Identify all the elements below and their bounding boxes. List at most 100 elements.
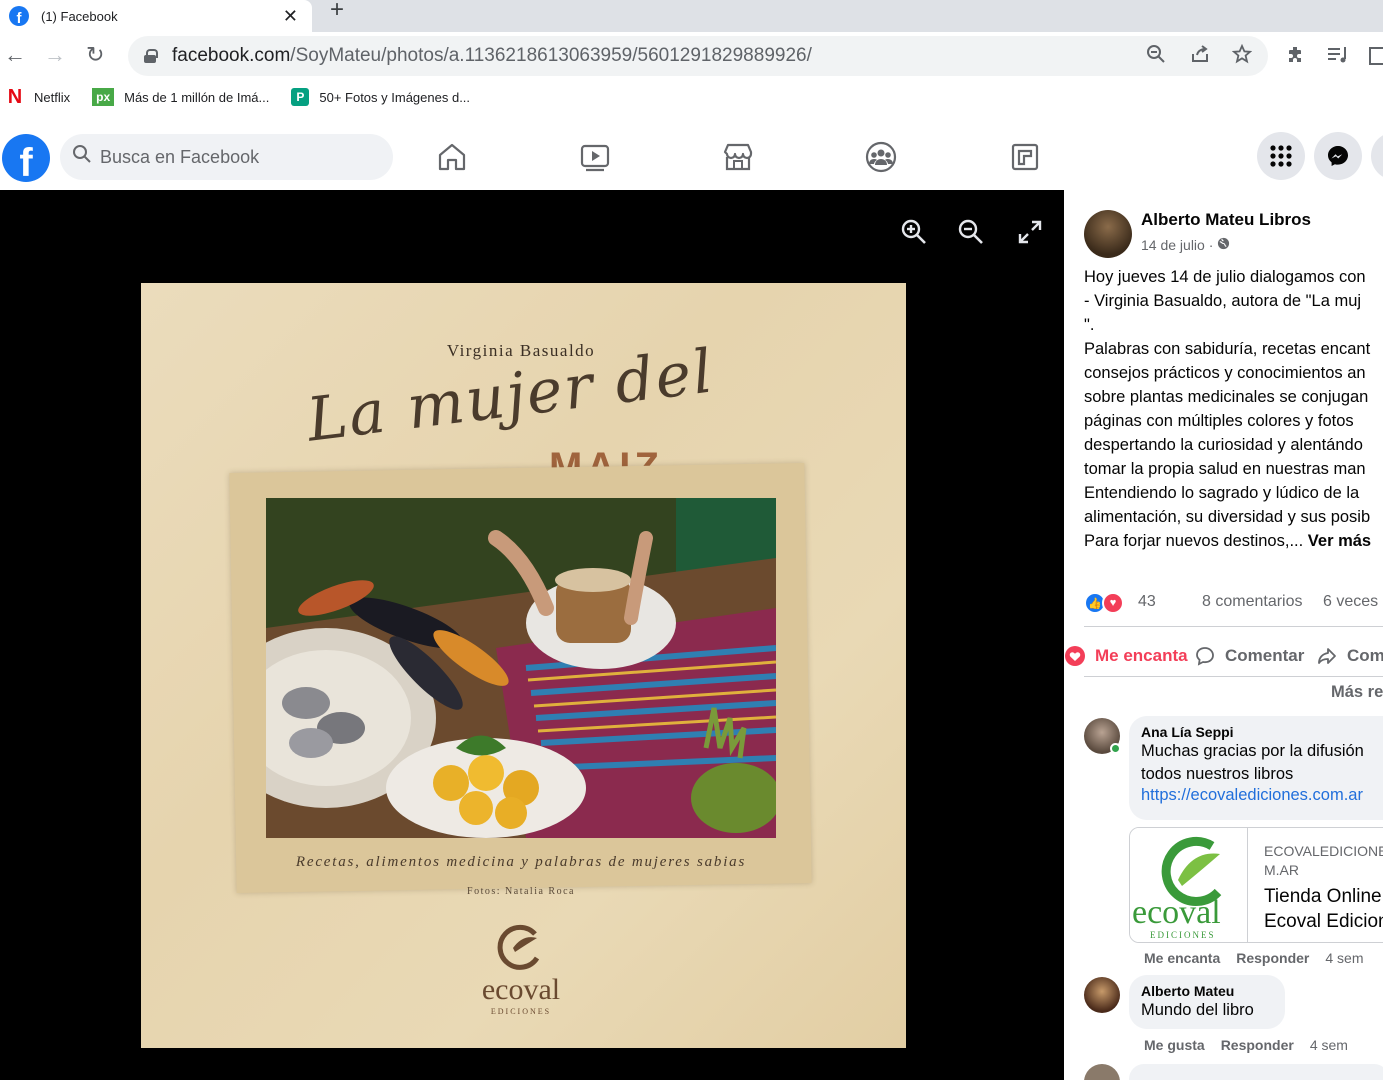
comment-reply-button[interactable]: Responder bbox=[1221, 1037, 1294, 1053]
zoom-icon[interactable] bbox=[1146, 44, 1166, 70]
comments-count[interactable]: 8 comentarios bbox=[1202, 593, 1303, 611]
comment-time[interactable]: 4 sem bbox=[1310, 1037, 1348, 1053]
comment-text-line: todos nuestros libros bbox=[1141, 765, 1294, 783]
reactions-summary: 👍 ♥ 43 8 comentarios 6 veces bbox=[1084, 590, 1383, 614]
gaming-icon[interactable] bbox=[1008, 140, 1042, 174]
comment-bubble: Alberto Mateu Mundo del libro bbox=[1129, 975, 1285, 1029]
bookmarks-bar: N Netflix px Más de 1 millón de Imá... P… bbox=[0, 80, 1383, 114]
share-button[interactable]: Com bbox=[1316, 645, 1383, 667]
share-icon[interactable] bbox=[1190, 44, 1210, 70]
menu-button[interactable] bbox=[1257, 132, 1305, 180]
media-controls-icon[interactable] bbox=[1326, 44, 1350, 72]
love-icon bbox=[1065, 646, 1085, 666]
pixabay-icon: px bbox=[92, 88, 115, 106]
comment-button[interactable]: Comentar bbox=[1194, 645, 1304, 667]
love-button[interactable]: Me encanta bbox=[1064, 645, 1188, 667]
comment-like-button[interactable]: Me gusta bbox=[1144, 1037, 1205, 1053]
comment-like-button[interactable]: Me encanta bbox=[1144, 950, 1220, 966]
cover-author: Virginia Basualdo bbox=[446, 341, 596, 360]
address-url[interactable]: facebook.com/SoyMateu/photos/a.113621861… bbox=[172, 45, 812, 67]
link-preview-title: Tienda Online Ecoval Edicion bbox=[1264, 886, 1383, 932]
zoom-in-icon[interactable] bbox=[900, 218, 928, 246]
cover-subtitle: Recetas, alimentos medicina y palabras d… bbox=[295, 854, 747, 870]
share-arrow-icon bbox=[1318, 648, 1336, 664]
comment-meta: Me gusta Responder 4 sem bbox=[1144, 1037, 1348, 1053]
shares-count[interactable]: 6 veces bbox=[1323, 593, 1378, 611]
zoom-out-icon[interactable] bbox=[957, 218, 985, 246]
side-panel-icon[interactable] bbox=[1368, 46, 1383, 72]
post-text-line: Hoy jueves 14 de julio dialogamos con bbox=[1084, 268, 1366, 286]
extensions-icon[interactable] bbox=[1285, 44, 1307, 72]
facebook-header: f bbox=[0, 122, 1383, 190]
post-text-line: - Virginia Basualdo, autora de "La muj bbox=[1084, 292, 1362, 310]
avatar[interactable] bbox=[1084, 210, 1132, 258]
link-preview-image: ecoval EDICIONES bbox=[1130, 828, 1248, 942]
online-status-icon bbox=[1110, 743, 1121, 754]
share-label: Com bbox=[1347, 646, 1383, 665]
bookmark-pixabay[interactable]: px Más de 1 millón de Imá... bbox=[92, 88, 269, 106]
grid-menu-icon bbox=[1270, 145, 1292, 167]
comment-author[interactable]: Ana Lía Seppi bbox=[1141, 724, 1383, 740]
fullscreen-icon[interactable] bbox=[1016, 218, 1044, 246]
browser-tab[interactable]: f (1) Facebook ✕ bbox=[0, 0, 312, 32]
avatar[interactable] bbox=[1084, 977, 1120, 1013]
post-actions: Me encanta Comentar Com bbox=[1064, 636, 1383, 676]
see-more-link[interactable]: Ver más bbox=[1308, 532, 1371, 550]
forward-icon[interactable]: → bbox=[44, 43, 66, 67]
post-text-line: alimentación, su diversidad y sus posib bbox=[1084, 508, 1371, 526]
home-icon[interactable] bbox=[435, 140, 469, 174]
bookmark-netflix[interactable]: N Netflix bbox=[6, 85, 70, 108]
cover-credits: Fotos: Natalia Roca bbox=[467, 886, 575, 897]
comment-label: Comentar bbox=[1225, 646, 1305, 665]
book-cover-image[interactable]: Virginia Basualdo La mujer del MAIZ bbox=[141, 283, 906, 1048]
photo-viewer: Virginia Basualdo La mujer del MAIZ bbox=[0, 190, 1064, 1080]
post-text-line: Palabras con sabiduría, recetas encant bbox=[1084, 340, 1371, 358]
post-date[interactable]: 14 de julio · bbox=[1141, 237, 1230, 253]
lock-icon[interactable] bbox=[144, 49, 158, 63]
post-text-line: páginas con múltiples colores y fotos bbox=[1084, 412, 1354, 430]
post-text-line: sobre plantas medicinales se conjugan bbox=[1084, 388, 1369, 406]
cover-food-photo bbox=[266, 498, 776, 838]
post-text-line: tomar la propia salud en nuestras man bbox=[1084, 460, 1366, 478]
close-tab-icon[interactable]: ✕ bbox=[283, 6, 298, 27]
bookmark-star-icon[interactable] bbox=[1231, 43, 1253, 70]
marketplace-icon[interactable] bbox=[721, 140, 755, 174]
search-input[interactable] bbox=[100, 146, 360, 168]
reload-icon[interactable]: ↻ bbox=[86, 43, 104, 67]
avatar[interactable] bbox=[1084, 718, 1121, 754]
comment-reply-button[interactable]: Responder bbox=[1236, 950, 1309, 966]
groups-icon[interactable] bbox=[864, 140, 898, 174]
divider bbox=[1084, 676, 1383, 677]
new-tab-icon[interactable]: + bbox=[330, 0, 344, 22]
comment-time[interactable]: 4 sem bbox=[1325, 950, 1363, 966]
facebook-logo-icon[interactable]: f bbox=[2, 134, 50, 182]
divider bbox=[1084, 626, 1383, 627]
tab-title: (1) Facebook bbox=[41, 8, 118, 24]
address-bar[interactable]: facebook.com/SoyMateu/photos/a.113621861… bbox=[128, 36, 1268, 76]
link-preview-card[interactable]: ecoval EDICIONES ECOVALEDICIONE M.AR Tie… bbox=[1129, 827, 1383, 943]
post-header: Alberto Mateu Libros 14 de julio · bbox=[1084, 210, 1311, 258]
post-author[interactable]: Alberto Mateu Libros bbox=[1141, 210, 1311, 230]
comment-author[interactable]: Alberto Mateu bbox=[1141, 983, 1273, 999]
post-text: Hoy jueves 14 de julio dialogamos con - … bbox=[1084, 265, 1383, 553]
netflix-icon: N bbox=[7, 85, 23, 108]
love-label: Me encanta bbox=[1095, 646, 1188, 665]
comment-icon bbox=[1196, 647, 1214, 666]
facebook-favicon-icon: f bbox=[9, 6, 29, 26]
preview-logo-sub: EDICIONES bbox=[1150, 930, 1216, 940]
avatar[interactable] bbox=[1084, 1064, 1120, 1080]
facebook-search[interactable] bbox=[60, 134, 393, 180]
pexels-icon: P bbox=[291, 88, 310, 106]
post-text-line: despertando la curiosidad y alentándo bbox=[1084, 436, 1363, 454]
notifications-button[interactable] bbox=[1371, 132, 1383, 180]
comment-sort-dropdown[interactable]: Más re bbox=[1331, 683, 1383, 702]
love-reaction-icon[interactable]: ♥ bbox=[1102, 592, 1124, 614]
messenger-button[interactable] bbox=[1314, 132, 1362, 180]
bookmark-pexels[interactable]: P 50+ Fotos y Imágenes d... bbox=[291, 88, 470, 106]
comment-link[interactable]: https://ecovalediciones.com.ar bbox=[1141, 786, 1383, 805]
watch-icon[interactable] bbox=[578, 140, 612, 174]
browser-toolbar: ← → ↻ facebook.com/SoyMateu/photos/a.113… bbox=[0, 32, 1383, 80]
reaction-count[interactable]: 43 bbox=[1138, 593, 1156, 611]
ecoval-logo-icon bbox=[491, 916, 551, 976]
back-icon[interactable]: ← bbox=[4, 43, 26, 67]
